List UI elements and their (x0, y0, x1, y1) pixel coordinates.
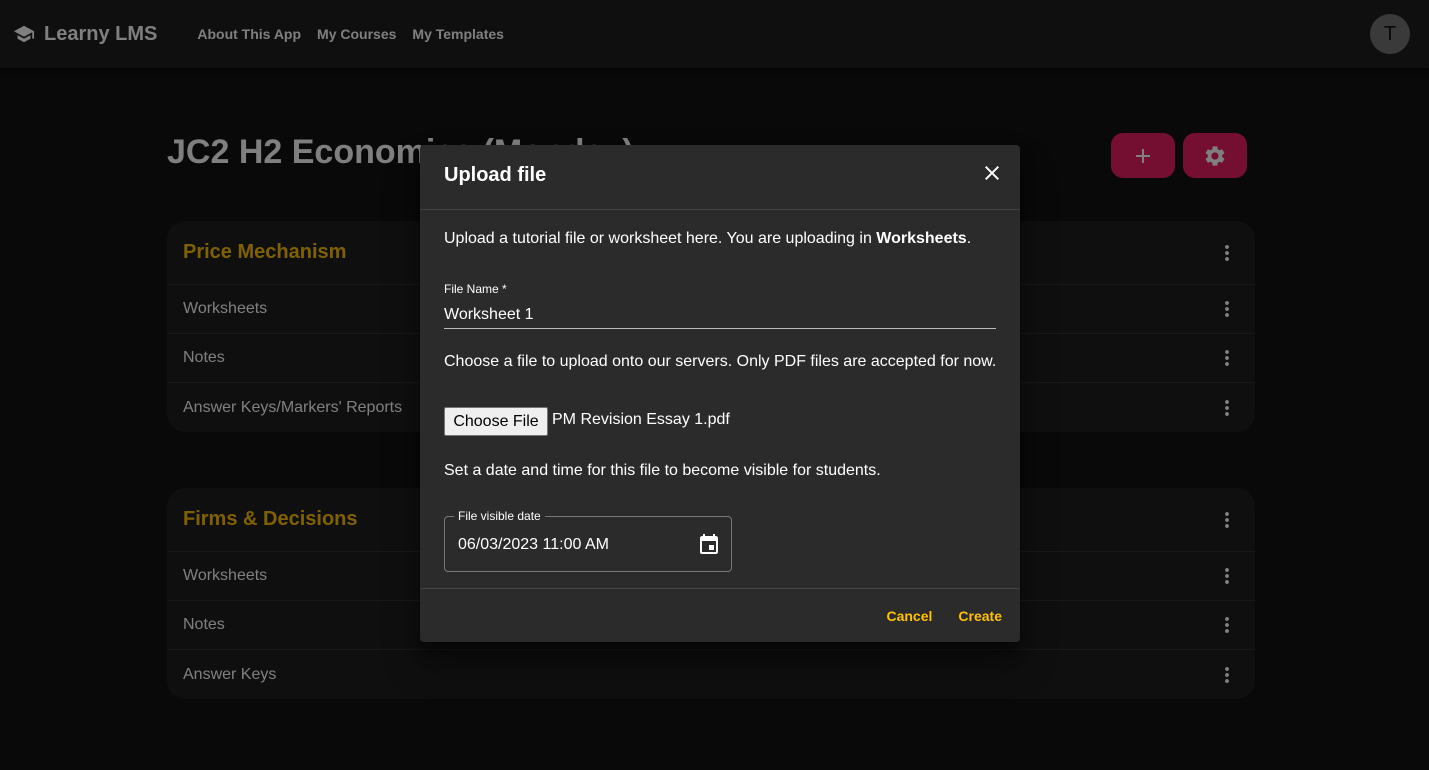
calendar-icon[interactable] (697, 533, 721, 557)
create-button[interactable]: Create (950, 602, 1010, 630)
date-description: Set a date and time for this file to bec… (444, 462, 881, 479)
dialog-actions: Cancel Create (420, 589, 1020, 642)
desc-suffix: . (966, 230, 972, 247)
desc-prefix: Upload a tutorial file or worksheet here… (444, 230, 872, 247)
close-icon (985, 166, 999, 180)
dialog-title: Upload file (444, 164, 547, 186)
upload-file-dialog: Upload file Upload a tutorial file or wo… (420, 145, 1020, 642)
close-button[interactable] (980, 161, 1004, 185)
dialog-description: Upload a tutorial file or worksheet here… (444, 227, 996, 251)
date-field-value[interactable]: 06/03/2023 11:00 AM (458, 536, 609, 554)
file-visible-date-field[interactable]: File visible date 06/03/2023 11:00 AM (444, 509, 732, 572)
desc-category: Worksheets (876, 230, 967, 247)
file-name-field[interactable] (444, 301, 996, 329)
choose-file-button[interactable]: Choose File (444, 407, 548, 436)
file-name-label: File Name * (444, 282, 507, 296)
dialog-divider (420, 209, 1020, 210)
chosen-file-name: PM Revision Essay 1.pdf (552, 411, 730, 428)
date-field-label: File visible date (454, 509, 545, 523)
cancel-button[interactable]: Cancel (878, 602, 940, 630)
upload-description: Choose a file to upload onto our servers… (444, 353, 997, 370)
